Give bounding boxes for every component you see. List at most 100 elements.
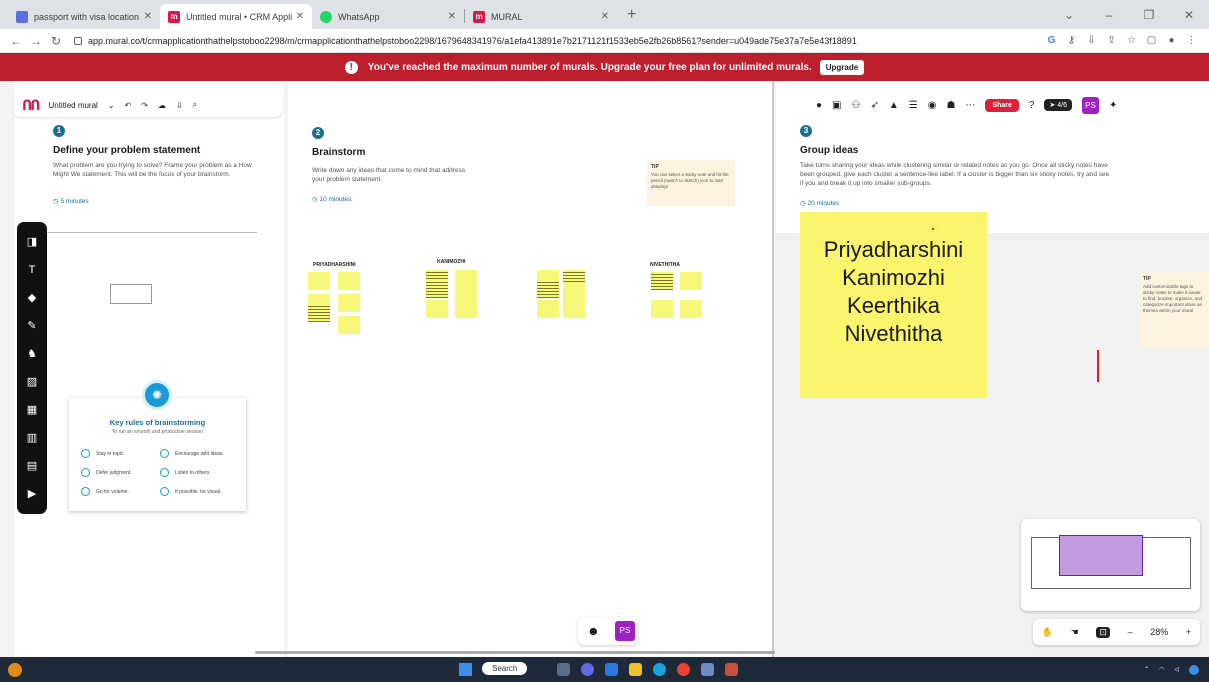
more-icon[interactable]: ⋯ (965, 100, 975, 111)
install-icon[interactable]: ⇩ (1086, 35, 1097, 46)
close-tab-icon[interactable]: ✕ (601, 11, 609, 22)
select-icon[interactable]: ☚ (1071, 627, 1079, 638)
powerpoint-icon[interactable] (725, 663, 738, 676)
minimap-viewport[interactable] (1059, 535, 1143, 576)
zoom-out-button[interactable]: – (1128, 627, 1133, 637)
upload-icon[interactable]: ▶ (25, 487, 39, 501)
outline-icon[interactable]: ☰ (909, 100, 918, 111)
text-icon[interactable]: T (25, 263, 39, 277)
sticky-note[interactable] (680, 272, 702, 290)
timer-icon[interactable]: ● (816, 100, 822, 111)
wifi-icon[interactable]: ◠ (1159, 666, 1164, 673)
pointer-icon[interactable]: ➶ (870, 100, 878, 111)
search-icon[interactable]: ⌕ (193, 100, 197, 110)
sticky-note[interactable] (455, 300, 477, 318)
icons-icon[interactable]: ♞ (25, 347, 39, 361)
tray-chevron-icon[interactable]: ⌃ (1144, 666, 1149, 673)
binoculars-icon[interactable]: ⚇ (852, 100, 861, 111)
chat-icon[interactable]: ◉ (928, 100, 937, 111)
export-icon[interactable]: ⇩ (176, 101, 183, 110)
chrome-icon[interactable] (677, 663, 690, 676)
key-rules-card[interactable]: ✺ Key rules of brainstorming To run an s… (69, 380, 246, 511)
reload-icon[interactable]: ↻ (46, 34, 66, 48)
tip-card[interactable]: TIP Add customizable tags to sticky note… (1139, 272, 1209, 348)
google-icon[interactable]: G (1046, 35, 1057, 46)
sticky-note[interactable] (563, 300, 585, 318)
members-icon[interactable]: ☗ (946, 100, 955, 111)
redo-icon[interactable]: ↷ (141, 101, 148, 110)
problem-sticky-note[interactable] (110, 284, 152, 304)
sticky-note[interactable] (338, 316, 360, 334)
share-button[interactable]: Share (985, 98, 1019, 112)
sticky-note[interactable] (308, 272, 330, 290)
emoji-icon[interactable]: ☻ (587, 624, 600, 638)
back-icon[interactable]: ← (6, 34, 26, 48)
weather-icon[interactable] (8, 663, 22, 677)
avatar[interactable]: PS (1082, 96, 1100, 114)
folder-icon[interactable] (629, 663, 642, 676)
sticky-note[interactable] (426, 280, 448, 298)
windows-start-icon[interactable] (459, 663, 472, 676)
zoom-in-button[interactable]: + (1186, 627, 1191, 637)
forward-icon[interactable]: → (26, 34, 46, 48)
close-tab-icon[interactable]: ✕ (296, 11, 304, 22)
share-page-icon[interactable]: ⇪ (1106, 35, 1117, 46)
sticky-note[interactable] (537, 280, 559, 298)
templates-icon[interactable]: ▤ (25, 459, 39, 473)
teams-icon[interactable] (581, 663, 594, 676)
side-panel-icon[interactable]: ▢ (1146, 35, 1157, 46)
group-sticky-note[interactable]: Priyadharshini Kanimozhi Keerthika Nivet… (800, 212, 987, 398)
close-window-icon[interactable]: ✕ (1169, 8, 1209, 22)
mural-logo-icon[interactable]: ՈՈ (22, 97, 41, 114)
zoom-level[interactable]: 28% (1150, 627, 1168, 637)
image-icon[interactable]: ▨ (25, 375, 39, 389)
bookmark-star-icon[interactable]: ☆ (1126, 35, 1137, 46)
sparkle-icon[interactable]: ✦ (1109, 100, 1117, 111)
frameworks-icon[interactable]: ▦ (25, 403, 39, 417)
chevron-down-icon[interactable]: ⌄ (108, 101, 115, 110)
minimize-icon[interactable]: – (1089, 8, 1129, 22)
browser-tab[interactable]: WhatsApp ✕ (312, 4, 464, 29)
sticky-note[interactable] (308, 304, 330, 322)
table-icon[interactable]: ▥ (25, 431, 39, 445)
sticky-note[interactable] (537, 300, 559, 318)
key-icon[interactable]: ⚷ (1066, 35, 1077, 46)
help-icon[interactable]: ? (1029, 100, 1035, 111)
browser-tab-active[interactable]: m Untitled mural • CRM Application ✕ (160, 4, 312, 29)
new-tab-button[interactable]: + (627, 6, 636, 24)
tip-card[interactable]: TIP You can select a sticky note and hit… (647, 160, 735, 206)
app-icon[interactable] (701, 663, 714, 676)
taskbar-search[interactable]: Search (482, 662, 528, 675)
avatar[interactable]: PS (615, 621, 635, 641)
url-field[interactable]: app.mural.co/t/crmapplicationthathelpsto… (74, 32, 1038, 50)
mural-title[interactable]: Untitled mural (48, 101, 97, 110)
file-explorer-icon[interactable] (557, 663, 570, 676)
draw-icon[interactable]: ✎ (25, 319, 39, 333)
sticky-note[interactable] (426, 300, 448, 318)
browser-tab[interactable]: passport with visa location | Sale ✕ (8, 4, 160, 29)
sticky-note[interactable] (338, 272, 360, 290)
notification-icon[interactable] (1189, 664, 1199, 675)
cloud-icon[interactable]: ☁ (158, 101, 166, 110)
participants-counter[interactable]: ➤ 4/6 (1044, 99, 1073, 111)
voting-icon[interactable]: ▣ (832, 100, 841, 111)
edge-icon[interactable] (653, 663, 666, 676)
sticky-note[interactable] (651, 272, 673, 290)
sticky-note[interactable] (680, 300, 702, 318)
lock-icon[interactable]: ▲ (889, 100, 899, 111)
browser-tab[interactable]: m MURAL ✕ (465, 4, 617, 29)
sticky-note-icon[interactable]: ◨ (25, 235, 39, 249)
menu-icon[interactable]: ⋮ (1186, 35, 1197, 46)
minimap[interactable] (1021, 519, 1200, 611)
horizontal-scrollbar[interactable] (255, 651, 775, 654)
profile-icon[interactable]: ● (1166, 35, 1177, 46)
tab-search-icon[interactable]: ⌄ (1049, 8, 1089, 22)
fit-icon[interactable]: ⊡ (1096, 626, 1110, 638)
store-icon[interactable] (605, 663, 618, 676)
sticky-note[interactable] (651, 300, 673, 318)
close-tab-icon[interactable]: ✕ (144, 11, 152, 22)
sticky-note[interactable] (338, 294, 360, 312)
volume-icon[interactable]: ◁ (1174, 666, 1179, 673)
upgrade-button[interactable]: Upgrade (819, 59, 865, 75)
undo-icon[interactable]: ↶ (125, 101, 132, 110)
